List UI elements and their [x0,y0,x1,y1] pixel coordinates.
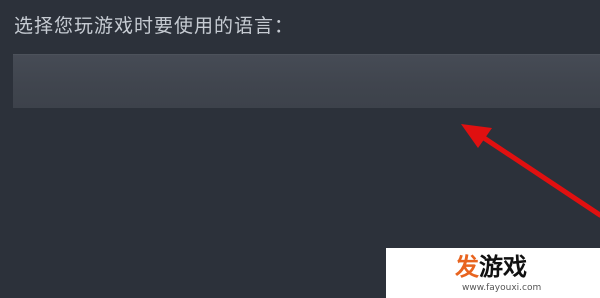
language-select[interactable] [13,54,600,108]
watermark-logo-accent: 发 [455,253,479,281]
arrow-head [461,124,492,148]
watermark-logo: 发游戏 [455,252,575,282]
watermark-logo-text: 游戏 [479,253,527,281]
language-prompt-label: 选择您玩游戏时要使用的语言： [14,15,295,37]
arrow-shaft [481,135,600,218]
watermark-url: www.fayouxi.com [462,283,542,293]
